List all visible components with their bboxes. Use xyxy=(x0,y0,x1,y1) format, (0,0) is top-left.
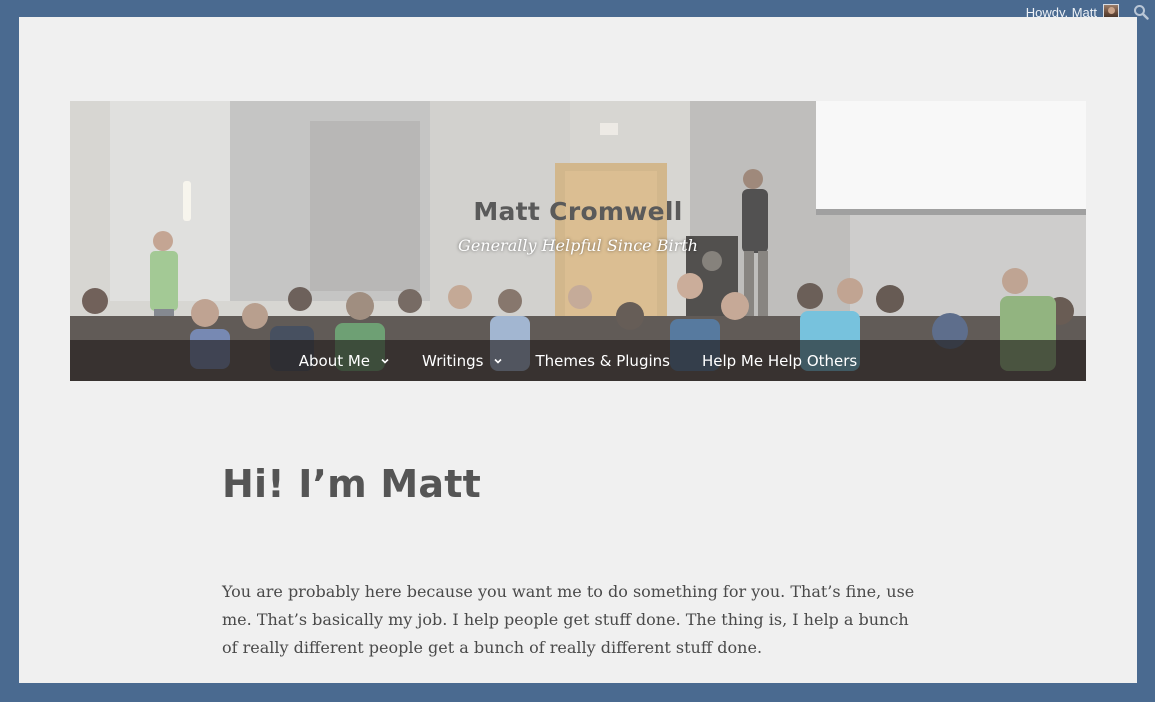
nav-item-label: Themes & Plugins xyxy=(535,351,670,370)
intro-paragraph: You are probably here because you want m… xyxy=(222,582,915,657)
nav-item-label: Writings xyxy=(422,351,484,370)
chevron-down-icon xyxy=(494,358,503,364)
nav-item-writings[interactable]: Writings xyxy=(406,352,519,370)
chevron-down-icon xyxy=(381,358,389,364)
header-image: Matt Cromwell Generally Helpful Since Bi… xyxy=(70,101,1086,381)
nav-item-help-me-help-others[interactable]: Help Me Help Others xyxy=(686,352,873,370)
page-title: Hi! I’m Matt xyxy=(222,462,481,506)
nav-item-themes-plugins[interactable]: Themes & Plugins xyxy=(519,352,686,370)
site-title[interactable]: Matt Cromwell xyxy=(473,197,682,226)
site-description: Generally Helpful Since Birth xyxy=(458,236,698,255)
site-branding: Matt Cromwell Generally Helpful Since Bi… xyxy=(70,197,1086,255)
site-page: Matt Cromwell Generally Helpful Since Bi… xyxy=(19,17,1137,683)
nav-item-about-me[interactable]: About Me xyxy=(283,352,406,370)
nav-item-label: Help Me Help Others xyxy=(701,351,858,370)
nav-item-label: About Me xyxy=(298,351,371,370)
main-navigation: About Me Writings Themes & Plugins Help … xyxy=(70,340,1086,381)
